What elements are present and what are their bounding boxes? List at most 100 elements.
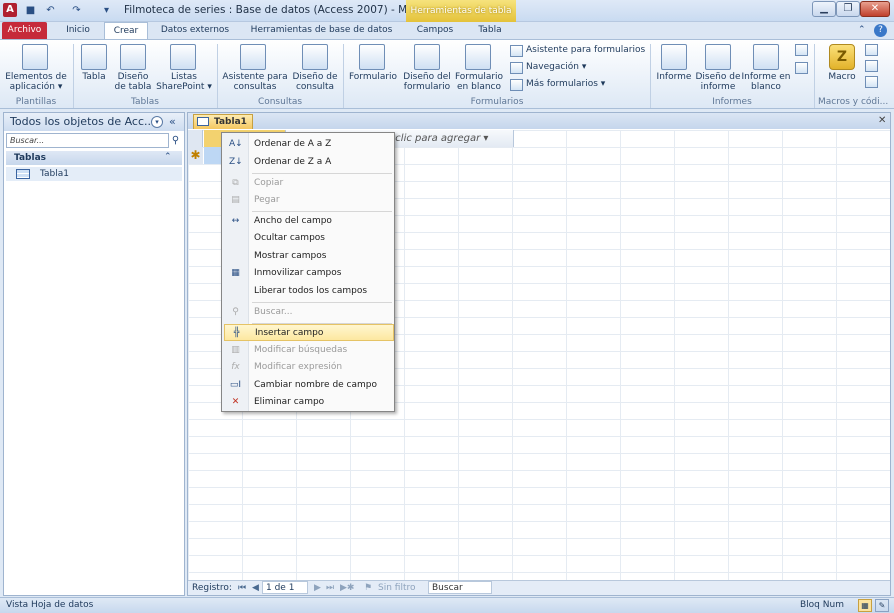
blank-report-button[interactable]: Informe en blanco [741,72,791,92]
blank-report-icon [753,44,779,70]
menu-separator [252,173,392,174]
blank-form-button[interactable]: Formulario en blanco [452,72,506,92]
lookup-icon: ▥ [231,345,240,355]
class-module-icon[interactable] [865,60,878,72]
minimize-ribbon-icon[interactable]: ⌃ [858,25,866,35]
tab-tabla[interactable]: Tabla [466,22,514,39]
nav-item-tabla1[interactable]: Tabla1 [6,167,182,181]
find-icon: ⚲ [232,307,239,317]
insert-field-icon: ╬ [233,328,240,338]
nav-section-tablas[interactable]: Tablas [6,151,182,165]
tab-campos[interactable]: Campos [410,22,460,39]
report-icon [661,44,687,70]
new-record-icon[interactable]: ▶✱ [340,581,354,595]
record-navigator: Registro: ⏮ ◀ 1 de 1 ▶ ⏭ ▶✱ ⚑ Sin filtro… [188,580,890,595]
visual-basic-icon[interactable] [865,76,878,88]
undo-icon[interactable]: ↶ [44,4,57,17]
labels-icon[interactable] [795,62,808,74]
query-design-button[interactable]: Diseño de consulta [288,72,342,92]
navigation-button[interactable]: Navegación ▾ [526,62,586,72]
next-record-icon[interactable]: ▶ [314,581,321,595]
section-collapse-icon[interactable]: ⌃ [164,152,172,162]
minimize-button[interactable]: ▁ [812,1,836,17]
nav-menu-chevron-icon[interactable]: ▾ [151,116,163,128]
ribbon: Elementos de aplicación ▾ Plantillas Tab… [0,39,894,109]
new-record-marker[interactable]: ✱ [188,147,203,164]
menu-item-freeze-fields[interactable]: ▦ Inmovilizar campos [224,265,394,282]
menu-item-copy[interactable]: ⧉ Copiar [224,175,394,192]
app-parts-button[interactable]: Elementos de aplicación ▾ [2,72,70,92]
module-icon[interactable] [865,44,878,56]
menu-item-column-width[interactable]: ↔ Ancho del campo [224,213,394,230]
prev-record-icon[interactable]: ◀ [252,581,259,595]
report-design-button[interactable]: Diseño de informe [693,72,743,92]
menu-item-hide-fields[interactable]: Ocultar campos [224,230,394,247]
table-button[interactable]: Tabla [74,72,114,82]
save-icon[interactable]: ■ [24,4,37,17]
tab-archivo[interactable]: Archivo [2,22,47,39]
status-bar: Vista Hoja de datos Bloq Num ▦ ✎ [0,597,894,613]
tab-herramientas-bd[interactable]: Herramientas de base de datos [244,22,399,39]
menu-item-unfreeze-all[interactable]: Liberar todos los campos [224,283,394,300]
form-wizard-button[interactable]: Asistente para formularios [526,45,645,55]
tab-inicio[interactable]: Inicio [58,22,98,39]
record-position-field[interactable]: 1 de 1 [262,581,308,594]
search-icon[interactable]: ⚲ [169,133,182,148]
ribbon-tab-row: Archivo Inicio Crear Datos externos Herr… [0,22,894,39]
table-icon [81,44,107,70]
record-label: Registro: [192,583,232,593]
tab-datos-externos[interactable]: Datos externos [156,22,234,39]
tab-crear[interactable]: Crear [104,22,148,39]
app-parts-icon [22,44,48,70]
select-all-corner[interactable] [188,130,203,147]
column-width-icon: ↔ [231,216,240,226]
document-tabs: Tabla1 ✕ [188,113,890,129]
macro-button[interactable]: Macro [819,72,865,82]
group-label-informes: Informes [712,97,752,107]
maximize-button[interactable]: ❐ [836,1,860,17]
menu-item-sort-desc[interactable]: Z↓ Ordenar de Z a A [224,154,394,171]
close-button[interactable]: ✕ [860,1,890,17]
more-forms-button[interactable]: Más formularios ▾ [526,79,605,89]
form-wizard-icon [510,45,523,57]
last-record-icon[interactable]: ⏭ [326,581,334,595]
redo-icon[interactable]: ↷ [70,4,83,17]
help-icon[interactable]: ? [874,24,887,37]
menu-item-show-fields[interactable]: Mostrar campos [224,248,394,265]
menu-item-insert-field[interactable]: ╬ Insertar campo [224,324,394,341]
menu-item-delete-field[interactable]: ✕ Eliminar campo [224,394,394,411]
datasheet-view-icon[interactable]: ▦ [858,599,872,612]
filter-icon: ⚑ [364,583,373,593]
contextual-tab-group-label: Herramientas de tabla [406,0,516,22]
close-tab-icon[interactable]: ✕ [878,115,886,126]
sort-desc-icon: Z↓ [229,157,243,167]
collapse-pane-icon[interactable]: « [169,115,176,128]
filter-status[interactable]: Sin filtro [378,581,416,595]
form-design-button[interactable]: Diseño del formulario [400,72,454,92]
query-wizard-button[interactable]: Asistente para consultas [220,72,290,92]
group-label-consultas: Consultas [257,97,303,107]
table-design-button[interactable]: Diseño de tabla [112,72,154,92]
menu-item-find[interactable]: ⚲ Buscar... [224,304,394,321]
first-record-icon[interactable]: ⏮ [238,581,246,595]
group-label-tablas: Tablas [131,97,159,107]
record-search-input[interactable]: Buscar [428,581,492,594]
customize-qat-icon[interactable]: ▾ [100,4,113,17]
menu-item-sort-asc[interactable]: A↓ Ordenar de A a Z [224,136,394,153]
navigation-pane: Todos los objetos de Acc... ▾ « Buscar..… [3,112,185,596]
menu-item-paste[interactable]: ▤ Pegar [224,192,394,209]
report-button[interactable]: Informe [651,72,697,82]
design-view-icon[interactable]: ✎ [875,599,889,612]
group-label-plantillas: Plantillas [15,97,57,107]
sharepoint-list-button[interactable]: Listas SharePoint ▾ [154,72,214,92]
freeze-fields-icon: ▦ [231,268,240,278]
report-wizard-icon[interactable] [795,44,808,56]
menu-item-modify-lookups[interactable]: ▥ Modificar búsquedas [224,342,394,359]
access-app-icon[interactable]: A [3,3,17,17]
table-icon [16,169,30,179]
nav-search-input[interactable]: Buscar... [6,133,169,148]
menu-item-modify-expression[interactable]: fx Modificar expresión [224,359,394,376]
form-button[interactable]: Formulario [346,72,400,82]
menu-item-rename-field[interactable]: ▭I Cambiar nombre de campo [224,377,394,394]
group-macros: Z Macro Macros y códi... [815,40,894,110]
